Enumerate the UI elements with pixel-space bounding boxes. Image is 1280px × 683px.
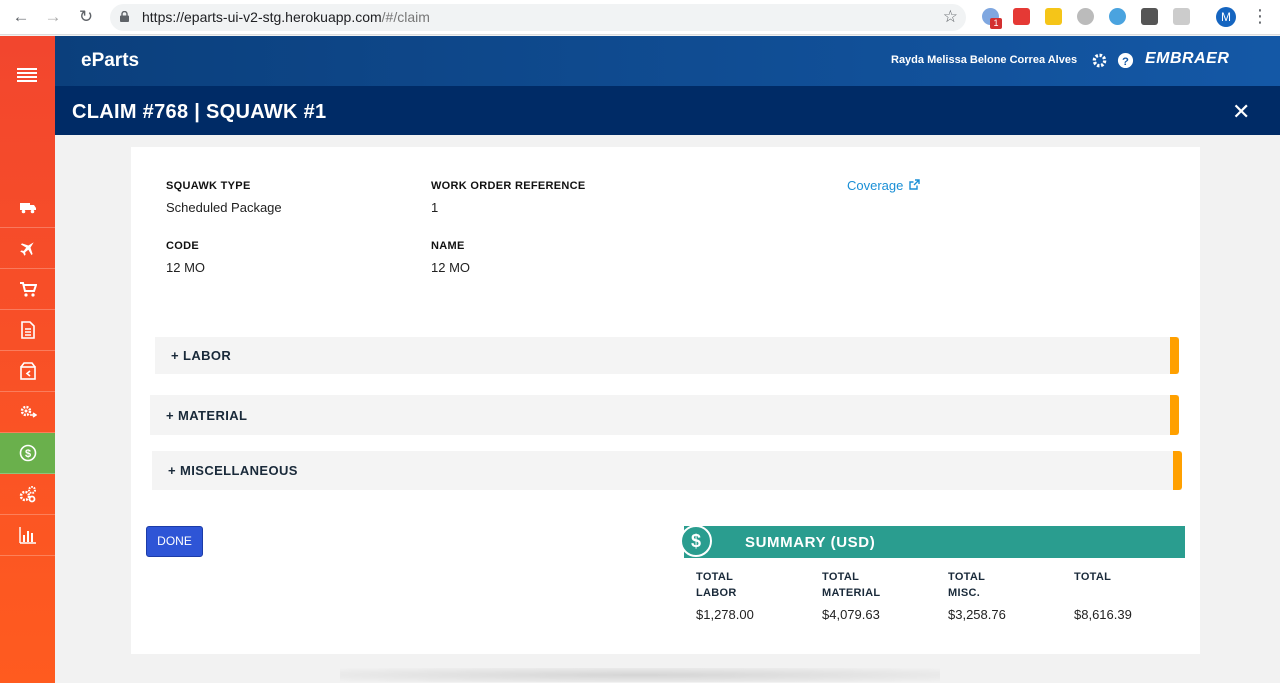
claim-detail-card: SQUAWK TYPE Scheduled Package WORK ORDER…	[131, 147, 1200, 654]
sidebar-item-aircraft[interactable]	[0, 228, 55, 269]
extension-badge: 1	[990, 18, 1002, 29]
svg-text:?: ?	[1122, 56, 1129, 68]
dollar-icon: $	[680, 525, 712, 557]
bar-chart-icon	[18, 527, 36, 544]
sidebar-item-shipping[interactable]	[0, 187, 55, 228]
code-label: CODE	[166, 240, 199, 252]
squawk-type-value: Scheduled Package	[166, 200, 282, 215]
material-section-label: + MATERIAL	[166, 408, 248, 423]
embraer-logo: EMBRAER	[1145, 50, 1230, 67]
sidebar-item-settings[interactable]	[0, 474, 55, 515]
svg-text:$: $	[24, 448, 30, 460]
code-value: 12 MO	[166, 260, 206, 275]
sidebar-item-returns[interactable]	[0, 351, 55, 392]
total-material-label: TOTAL MATERIAL	[822, 571, 881, 599]
bookmark-star-icon[interactable]: ☆	[943, 7, 958, 27]
gear-exchange-icon	[20, 405, 37, 418]
sidebar-item-documents[interactable]	[0, 310, 55, 351]
user-name[interactable]: Rayda Melissa Belone Correa Alves	[891, 54, 1077, 66]
work-order-label: WORK ORDER REFERENCE	[431, 180, 586, 192]
close-icon[interactable]: ✕	[1232, 99, 1250, 125]
airplane-icon	[19, 242, 34, 256]
shield-extension-icon[interactable]	[1141, 8, 1158, 25]
url-path: /#/claim	[381, 9, 430, 25]
labor-section-toggle[interactable]: + LABOR	[155, 337, 1179, 374]
package-return-icon	[19, 362, 36, 380]
settings-gear-icon[interactable]	[1091, 52, 1108, 69]
material-section-toggle[interactable]: + MATERIAL	[150, 395, 1179, 435]
external-link-icon	[909, 179, 920, 190]
total-misc-value: $3,258.76	[948, 607, 1006, 622]
section-accent	[1170, 395, 1179, 435]
coverage-link-label: Coverage	[847, 178, 904, 193]
address-bar[interactable]: https://eparts-ui-v2-stg.herokuapp.com/#…	[110, 4, 966, 31]
dollar-circle-icon: $	[19, 444, 36, 462]
hamburger-menu-icon[interactable]	[17, 68, 37, 82]
section-accent	[1173, 451, 1182, 490]
sidebar-item-warranty[interactable]: $	[0, 433, 55, 474]
url-host: https://eparts-ui-v2-stg.herokuapp.com	[142, 9, 382, 25]
miscellaneous-section-label: + MISCELLANEOUS	[168, 463, 298, 478]
lock-icon	[120, 11, 129, 22]
browser-menu-icon[interactable]: ⋮	[1251, 6, 1269, 26]
app-sidebar: $	[0, 36, 55, 683]
sidebar-item-cart[interactable]	[0, 269, 55, 310]
app-header: eParts Rayda Melissa Belone Correa Alves…	[55, 36, 1280, 86]
youtube-extension-icon[interactable]	[1013, 8, 1030, 25]
document-icon	[20, 321, 35, 339]
name-value: 12 MO	[431, 260, 471, 275]
work-order-value: 1	[431, 200, 439, 215]
total-material-value: $4,079.63	[822, 607, 880, 622]
help-icon[interactable]: ?	[1117, 52, 1134, 69]
name-label: NAME	[431, 240, 465, 252]
reload-icon[interactable]: ↻	[76, 7, 96, 27]
gears-icon	[19, 486, 36, 503]
miscellaneous-section-toggle[interactable]: + MISCELLANEOUS	[152, 451, 1182, 490]
page-title-bar: CLAIM #768 | SQUAWK #1 ✕	[55, 86, 1280, 135]
card-shadow	[340, 668, 940, 682]
circle-extension-icon[interactable]	[1077, 8, 1094, 25]
coverage-link[interactable]: Coverage	[847, 178, 920, 193]
idea-extension-icon[interactable]	[1045, 8, 1062, 25]
sidebar-item-reports[interactable]	[0, 515, 55, 556]
grand-total-label: TOTAL	[1074, 571, 1112, 583]
sidebar-item-exchange[interactable]	[0, 392, 55, 433]
brand-logo[interactable]: eParts	[81, 50, 139, 72]
grand-total-value: $8,616.39	[1074, 607, 1132, 622]
labor-section-label: + LABOR	[171, 348, 232, 363]
cart-icon	[19, 282, 37, 297]
summary-title: SUMMARY (USD)	[745, 534, 876, 551]
truck-icon	[19, 203, 36, 214]
url-text: https://eparts-ui-v2-stg.herokuapp.com/#…	[142, 9, 430, 25]
section-accent	[1170, 337, 1179, 374]
grid-extension-icon[interactable]	[1173, 8, 1190, 25]
total-labor-label: TOTAL LABOR	[696, 571, 737, 599]
back-arrow-icon[interactable]: ←	[11, 7, 31, 27]
done-button[interactable]: DONE	[146, 526, 203, 557]
profile-avatar[interactable]: M	[1216, 7, 1236, 27]
check-extension-icon[interactable]	[1109, 8, 1126, 25]
squawk-type-label: SQUAWK TYPE	[166, 180, 251, 192]
browser-toolbar: ← → ↻ https://eparts-ui-v2-stg.herokuapp…	[0, 0, 1280, 35]
page-title: CLAIM #768 | SQUAWK #1	[72, 101, 327, 123]
total-misc-label: TOTAL MISC.	[948, 571, 986, 599]
forward-arrow-icon[interactable]: →	[43, 7, 63, 27]
total-labor-value: $1,278.00	[696, 607, 754, 622]
